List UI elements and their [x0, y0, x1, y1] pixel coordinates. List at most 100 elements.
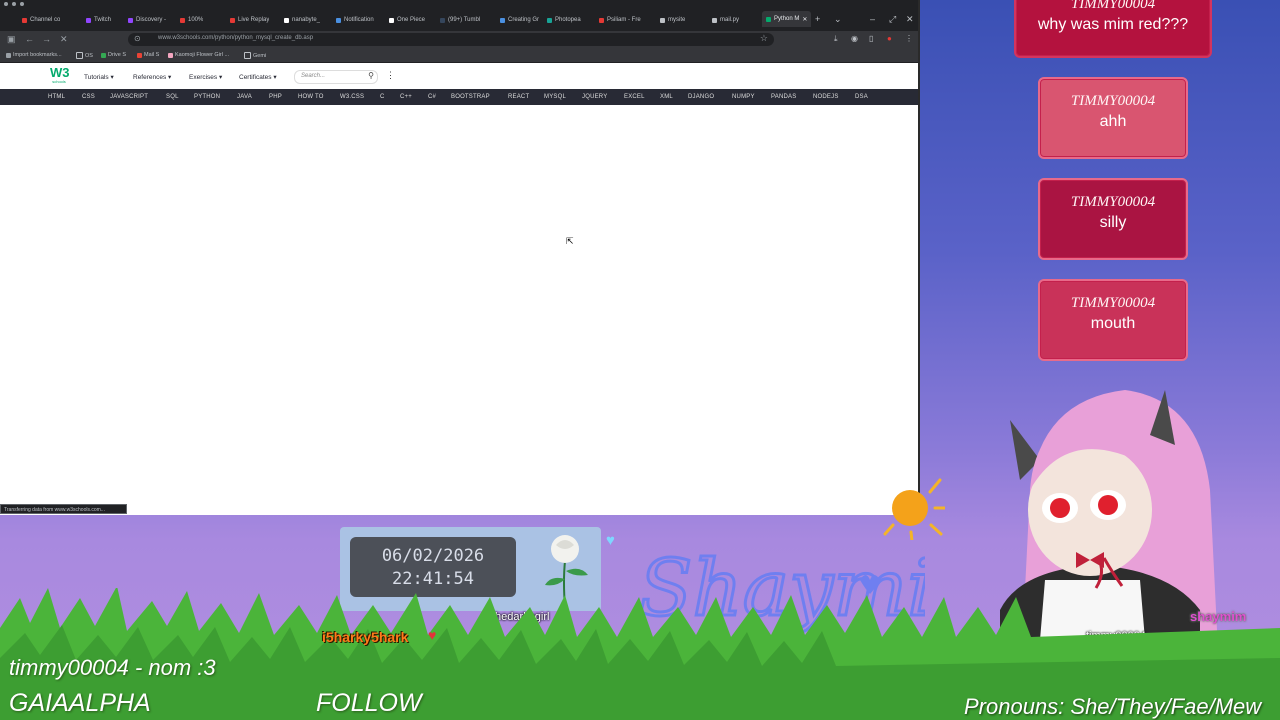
browser-tab[interactable]: Python M ✕	[762, 11, 812, 27]
window-edge	[918, 0, 920, 515]
browser-tab[interactable]: Creating Gr	[500, 13, 539, 27]
topic-link[interactable]: CSS	[82, 94, 95, 100]
menu-certificates[interactable]: Certificates ▾	[239, 73, 277, 81]
chat-message: TIMMY00004 ahh	[1038, 77, 1188, 159]
topic-link[interactable]: PYTHON	[194, 94, 220, 100]
window-menu[interactable]	[4, 2, 24, 6]
topic-link[interactable]: C++	[400, 94, 412, 100]
bookmark-item[interactable]: OS	[76, 52, 93, 59]
browser-tab[interactable]: Discovery -	[128, 13, 166, 27]
browser-tab[interactable]: mysite	[660, 13, 685, 27]
clock-time: 22:41:54	[392, 569, 474, 589]
more-options-icon[interactable]: ⋮	[386, 70, 395, 81]
tab-label: mail.py	[720, 17, 740, 23]
topic-link[interactable]: JAVASCRIPT	[110, 94, 148, 100]
menu-icon[interactable]: ⋮	[905, 34, 913, 43]
tab-favicon-icon	[284, 17, 289, 23]
tab-favicon-icon	[230, 17, 235, 23]
bookmark-item[interactable]: Drive S	[101, 52, 126, 58]
topic-link[interactable]: HOW TO	[298, 94, 324, 100]
search-icon[interactable]: ⚲	[368, 71, 374, 80]
topic-link[interactable]: JQUERY	[582, 94, 607, 100]
topic-link[interactable]: DJANGO	[688, 94, 714, 100]
tab-label: One Piece	[397, 17, 426, 23]
topic-link[interactable]: HTML	[48, 94, 65, 100]
search-input[interactable]: Search... ⚲	[294, 70, 378, 84]
latest-event-text: timmy00004 - nom :3	[9, 655, 216, 680]
topic-link[interactable]: NUMPY	[732, 94, 755, 100]
profile-icon[interactable]: ●	[887, 34, 892, 43]
topic-link[interactable]: JAVA	[237, 94, 252, 100]
tab-label: Channel co	[30, 17, 61, 23]
follow-label: FOLLOW	[316, 689, 422, 717]
topic-link[interactable]: BOOTSTRAP	[451, 94, 490, 100]
chat-message: TIMMY00004 mouth	[1038, 279, 1188, 361]
maximize-icon[interactable]: ⤢	[889, 13, 896, 25]
bookmark-item[interactable]: Kaomoji Flower Girl ...	[168, 52, 229, 58]
url-text: www.w3schools.com/python/python_mysql_cr…	[158, 35, 314, 41]
tab-search-icon[interactable]: ⌄	[834, 13, 842, 25]
browser-tab[interactable]: 100%	[180, 13, 203, 27]
tab-favicon-icon	[500, 17, 505, 23]
browser-tab[interactable]: mail.py	[712, 13, 739, 27]
topic-link[interactable]: C	[380, 94, 385, 100]
topic-link[interactable]: C#	[428, 94, 436, 100]
address-bar[interactable]: ⊙ www.w3schools.com/python/python_mysql_…	[128, 33, 774, 46]
browser-tab[interactable]: nanabyte_	[284, 13, 320, 27]
browser-tab[interactable]: One Piece	[389, 13, 425, 27]
close-window-icon[interactable]: ✕	[906, 13, 914, 25]
menu-tutorials[interactable]: Tutorials ▾	[84, 73, 114, 81]
tab-favicon-icon	[660, 17, 665, 23]
topic-link[interactable]: REACT	[508, 94, 529, 100]
tab-label: Creating Gr	[508, 17, 540, 23]
browser-tab[interactable]: Channel co	[22, 13, 60, 27]
tab-favicon-icon	[128, 17, 133, 23]
tab-label: (99+) Tumbl	[448, 17, 481, 23]
topic-link[interactable]: EXCEL	[624, 94, 645, 100]
bookmark-item[interactable]: Mail S	[137, 52, 159, 58]
topic-link[interactable]: XML	[660, 94, 673, 100]
menu-references[interactable]: References ▾	[133, 73, 171, 81]
tab-label: mysite	[668, 17, 686, 23]
tab-favicon-icon	[599, 17, 604, 23]
browser-tab[interactable]: Photopea	[547, 13, 581, 27]
menu-exercises[interactable]: Exercises ▾	[189, 73, 222, 81]
puzzle-icon[interactable]: ▯	[869, 34, 873, 43]
tab-label: Live Replay	[238, 17, 270, 23]
close-tab-icon[interactable]: ✕	[802, 16, 807, 23]
pronouns-text: Pronouns: She/They/Fae/Mew	[964, 694, 1262, 719]
topic-link[interactable]: PANDAS	[771, 94, 796, 100]
browser-tab[interactable]: Psiliam - Fre	[599, 13, 641, 27]
tab-label: Notification	[344, 17, 374, 23]
forward-icon[interactable]: →	[42, 34, 51, 44]
chat-text: why was mim red???	[1037, 16, 1189, 33]
topic-link[interactable]: W3.CSS	[340, 94, 364, 100]
grass-chatter-name: i5harky5hark	[322, 629, 409, 645]
topic-link[interactable]: PHP	[269, 94, 282, 100]
site-info-icon[interactable]: ⊙	[134, 34, 141, 43]
side-panel-icon[interactable]: ▣	[7, 34, 16, 44]
browser-tab[interactable]: (99+) Tumbl	[440, 13, 480, 27]
browser-tab[interactable]: Live Replay	[230, 13, 269, 27]
topic-link[interactable]: MYSQL	[544, 94, 566, 100]
download-icon[interactable]: ⤓	[834, 34, 838, 44]
w3schools-logo[interactable]: W3 schools	[50, 66, 70, 85]
bookmark-star-icon[interactable]: ☆	[760, 33, 768, 44]
topic-link[interactable]: NODEJS	[813, 94, 839, 100]
minimize-icon[interactable]: –	[870, 13, 875, 25]
new-tab-icon[interactable]: +	[815, 13, 820, 25]
bookmark-item[interactable]: Import bookmarks...	[6, 52, 62, 58]
browser-tab[interactable]: Notification	[336, 13, 374, 27]
tab-label: Python M	[774, 16, 800, 22]
extension-icon[interactable]: ◉	[851, 34, 858, 43]
tab-favicon-icon	[22, 17, 27, 23]
chat-message: TIMMY00004 why was mim red???	[1014, 0, 1212, 58]
bookmark-item[interactable]: Gemi	[244, 52, 266, 59]
tab-favicon-icon	[547, 17, 552, 23]
back-icon[interactable]: ←	[25, 34, 34, 44]
topic-link[interactable]: SQL	[166, 94, 179, 100]
browser-tab[interactable]: Twitch	[86, 13, 111, 27]
topic-link[interactable]: DSA	[855, 94, 868, 100]
tab-label: nanabyte_	[292, 17, 321, 23]
stop-icon[interactable]: ✕	[60, 34, 68, 44]
